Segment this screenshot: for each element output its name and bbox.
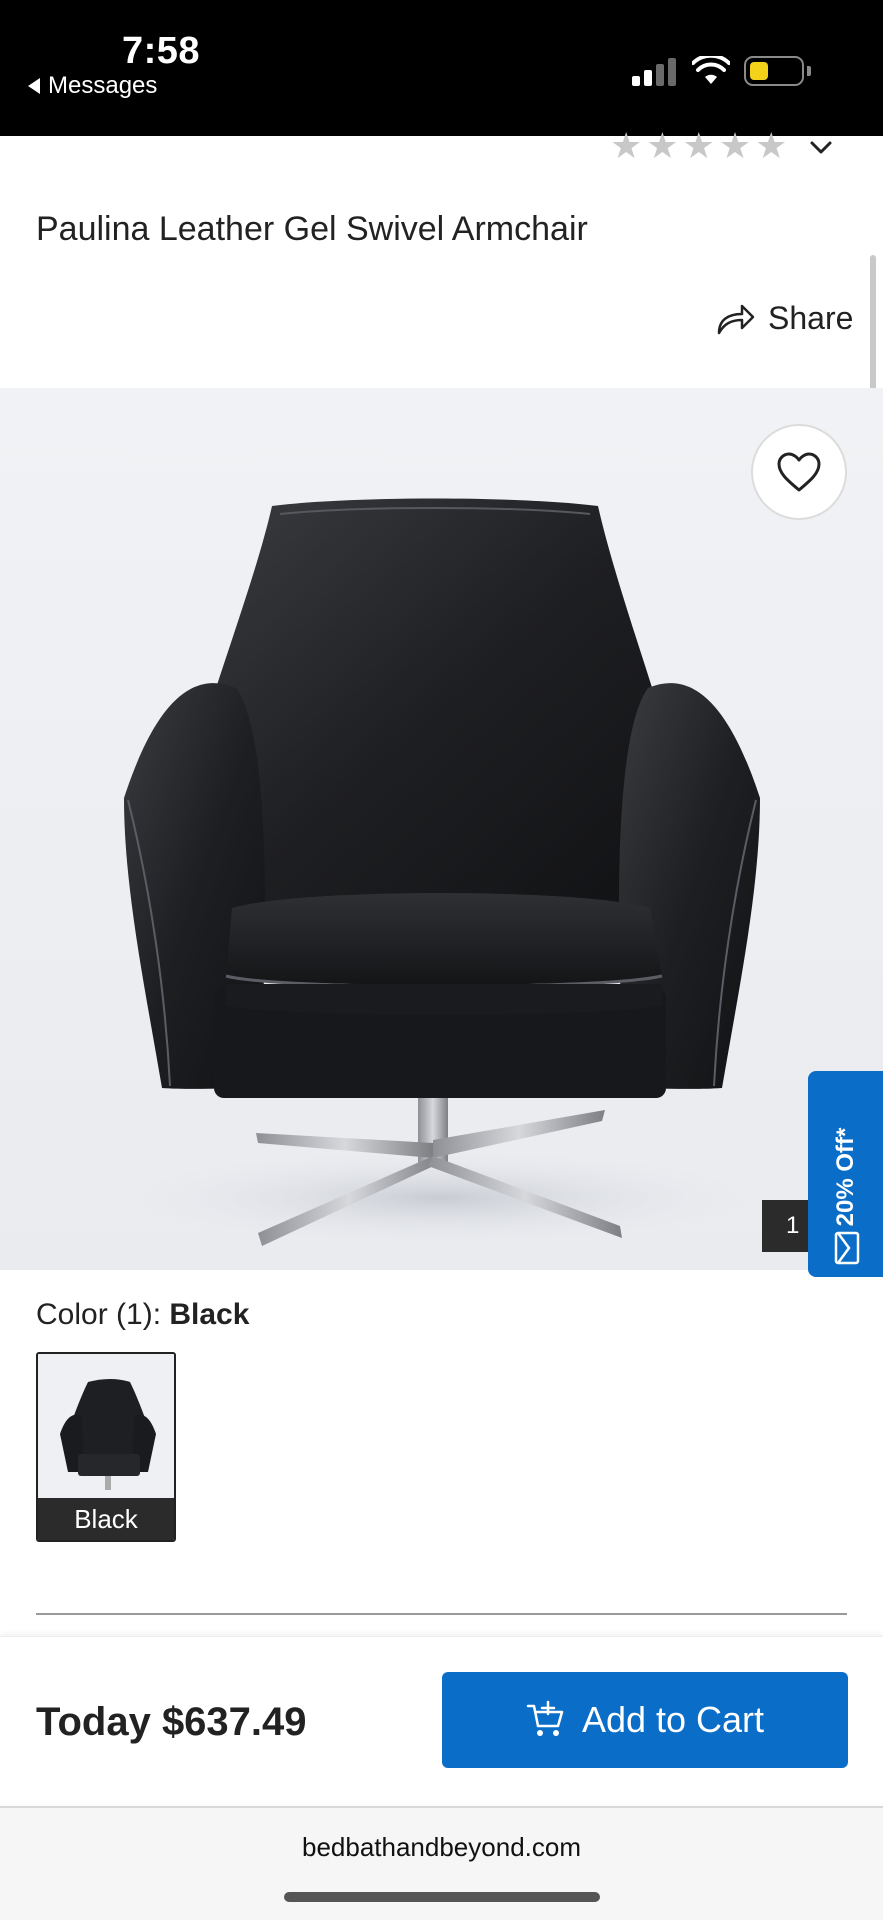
product-title: Paulina Leather Gel Swivel Armchair <box>36 210 588 248</box>
chevron-down-icon[interactable] <box>808 134 834 160</box>
url-bar[interactable]: bedbathandbeyond.com <box>0 1832 883 1863</box>
add-to-cart-button[interactable]: Add to Cart <box>442 1672 848 1768</box>
star-icon: ★ <box>646 125 679 166</box>
share-button[interactable]: Share <box>716 300 853 337</box>
mail-icon <box>834 1231 860 1265</box>
color-swatch-black[interactable]: Black <box>36 1352 176 1542</box>
color-selected-value: Black <box>169 1298 250 1331</box>
back-label: Messages <box>48 72 158 99</box>
star-icon: ★ <box>755 125 788 166</box>
status-bar: 7:58 Messages <box>0 0 883 136</box>
battery-tip <box>807 66 811 76</box>
price: Today $637.49 <box>36 1700 307 1744</box>
star-icon: ★ <box>718 125 752 166</box>
cart-icon <box>526 1700 564 1736</box>
wifi-icon <box>692 56 730 84</box>
battery-icon <box>744 56 804 86</box>
share-label: Share <box>768 300 854 336</box>
add-to-cart-label: Add to Cart <box>581 1699 765 1740</box>
favorite-button[interactable] <box>751 424 847 520</box>
swatch-label: Black <box>38 1498 174 1540</box>
cellular-signal-icon <box>632 58 676 86</box>
star-icon: ★ <box>682 125 715 166</box>
rating-stars[interactable]: ★ ★ ★ ★ ★ <box>610 128 787 164</box>
home-indicator[interactable] <box>284 1892 600 1902</box>
armchair-illustration <box>110 498 770 1248</box>
divider <box>36 1613 847 1615</box>
product-image[interactable] <box>0 388 883 1270</box>
promo-label: 20% Off* <box>832 1127 859 1227</box>
swatch-thumbnail <box>38 1354 174 1502</box>
share-icon <box>717 304 755 334</box>
battery-level <box>750 62 768 80</box>
status-time: 7:58 <box>122 30 201 72</box>
back-arrow-icon <box>28 78 40 94</box>
promo-tab[interactable]: 20% Off* <box>808 1071 883 1277</box>
color-label: Color (1): Black <box>36 1298 249 1332</box>
star-icon: ★ <box>610 125 643 166</box>
heart-icon <box>777 452 821 492</box>
browser-bar <box>0 1806 883 1920</box>
back-to-messages[interactable]: Messages <box>28 72 157 100</box>
color-label-prefix: Color (1): <box>36 1298 162 1331</box>
